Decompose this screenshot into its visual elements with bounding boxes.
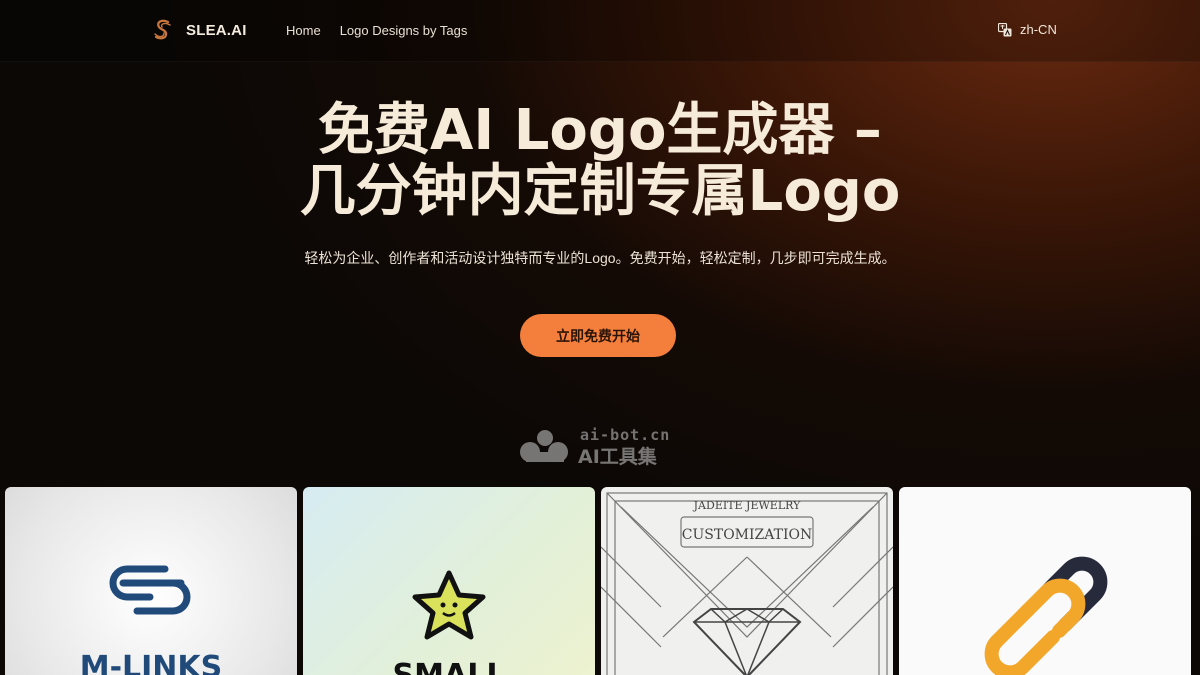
top-navigation-bar: SLEA.AI Home Logo Designs by Tags zh-CN (0, 0, 1200, 62)
smiling-star-logo-icon: SMALL (393, 570, 506, 675)
logo-card-interlocking-links[interactable] (899, 487, 1191, 675)
nav-home-link[interactable]: Home (286, 23, 321, 38)
language-switcher[interactable]: zh-CN (998, 22, 1057, 37)
interlocking-links-logo-icon (984, 556, 1108, 675)
card-logo-text: SMALL (393, 658, 506, 675)
nav-logo-tags-link[interactable]: Logo Designs by Tags (340, 23, 468, 38)
slea-s-logo-icon (154, 19, 171, 40)
logo-card-m-links[interactable]: M-LINKS (5, 487, 297, 675)
chain-links-logo-icon: M-LINKS (80, 565, 223, 675)
logo-card-jadeite-jewelry[interactable]: JADEITE JEWELRY CUSTOMIZATION (601, 487, 893, 675)
card-logo-line-2: CUSTOMIZATION (682, 527, 812, 543)
logo-card-small-star[interactable]: SMALL (303, 487, 595, 675)
watermark: ai-bot.cn AI工具集 (518, 426, 688, 468)
translate-icon (998, 22, 1012, 36)
hero-subtitle: 轻松为企业、创作者和活动设计独特而专业的Logo。免费开始，轻松定制，几步即可完… (304, 250, 896, 266)
brand[interactable]: SLEA.AI (152, 18, 247, 42)
brand-name: SLEA.AI (186, 21, 247, 39)
card-logo-text: M-LINKS (80, 650, 223, 675)
ai-bot-logo-icon (520, 430, 568, 462)
hero-title-line-2: 几分钟内定制专属Logo (299, 159, 901, 224)
start-free-button[interactable]: 立即免费开始 (520, 314, 676, 357)
diamond-logo-icon: JADEITE JEWELRY CUSTOMIZATION (601, 492, 893, 675)
hero-title-line-1: 免费AI Logo生成器 – (318, 98, 882, 163)
language-label: zh-CN (1020, 22, 1057, 37)
main-nav: Home Logo Designs by Tags (286, 23, 467, 38)
hero-title: 免费AI Logo生成器 – 几分钟内定制专属Logo (0, 100, 1200, 222)
watermark-name: AI工具集 (578, 446, 657, 468)
card-logo-line-1: JADEITE JEWELRY (693, 499, 801, 512)
